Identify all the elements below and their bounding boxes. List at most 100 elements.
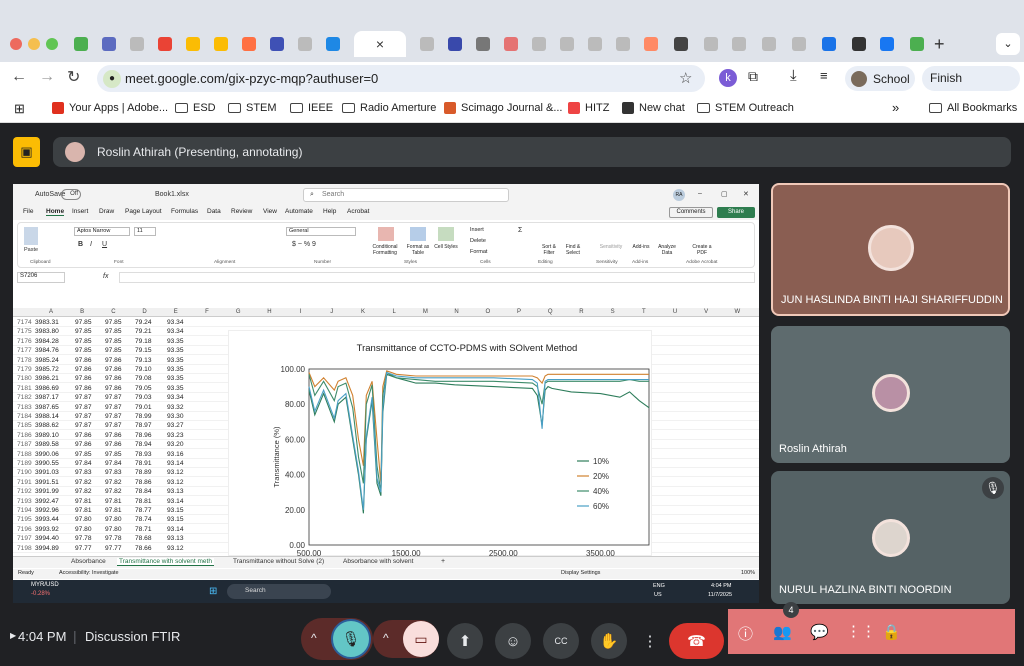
raise-hand-button[interactable]: ✋ [591, 623, 627, 659]
menu-page-layout[interactable]: Page Layout [125, 208, 162, 215]
menu-acrobat[interactable]: Acrobat [347, 208, 369, 215]
column-header[interactable]: J [322, 309, 342, 315]
browser-tab[interactable] [236, 31, 262, 57]
row-header[interactable]: 7179 [17, 366, 32, 373]
column-header[interactable]: W [727, 309, 747, 315]
bookmark-item[interactable]: STEM [228, 102, 277, 114]
sheet-tab[interactable]: Transmittance with solvent meth [117, 558, 214, 566]
bookmark-item[interactable]: Your Apps | Adobe... [52, 102, 168, 114]
row-header[interactable]: 7197 [17, 535, 32, 542]
stop-presenting-icon[interactable]: ▣ [13, 137, 40, 167]
people-icon[interactable]: 👥 [773, 623, 792, 641]
taskbar-search[interactable]: Search [227, 584, 331, 599]
column-header[interactable]: F [197, 309, 217, 315]
user-avatar[interactable]: RA [673, 189, 685, 201]
row-header[interactable]: 7184 [17, 413, 32, 420]
browser-tab[interactable] [874, 31, 900, 57]
row-header[interactable]: 7193 [17, 498, 32, 505]
browser-tab[interactable] [292, 31, 318, 57]
close-icon[interactable]: ✕ [743, 190, 749, 198]
column-header[interactable]: E [166, 309, 186, 315]
browser-tab[interactable] [904, 31, 930, 57]
menu-home[interactable]: Home [46, 208, 65, 216]
column-header[interactable]: Q [540, 309, 560, 315]
zoom-level[interactable]: 100% [741, 570, 755, 576]
reload-icon[interactable]: ↻ [67, 67, 80, 87]
sheet-tab[interactable]: Absorbance [69, 558, 108, 565]
menu-draw[interactable]: Draw [99, 208, 114, 215]
participant-tile[interactable]: JUN HASLINDA BINTI HAJI SHARIFFUDDIN [771, 183, 1010, 316]
browser-tab[interactable] [582, 31, 608, 57]
delete-cells-button[interactable]: Delete [470, 238, 486, 244]
row-header[interactable]: 7178 [17, 357, 32, 364]
number-format-select[interactable]: General [286, 227, 356, 236]
column-header[interactable]: D [135, 309, 155, 315]
create-pdf-label[interactable]: Create a PDF [688, 244, 716, 256]
finish-update-button[interactable]: Finish update⋮ [922, 66, 1020, 110]
row-header[interactable]: 7183 [17, 404, 32, 411]
present-screen-button[interactable]: ⬆ [447, 623, 483, 659]
site-info-icon[interactable]: ● [103, 70, 121, 88]
browser-tab[interactable] [264, 31, 290, 57]
bookmark-item[interactable]: IEEE [290, 102, 333, 114]
row-header[interactable]: 7177 [17, 347, 32, 354]
paste-icon[interactable] [24, 227, 38, 245]
mic-options-icon[interactable]: ^ [311, 631, 317, 645]
row-header[interactable]: 7185 [17, 422, 32, 429]
currency-format-button[interactable]: $ ~ % 9 [292, 241, 316, 248]
close-window-button[interactable] [10, 38, 22, 50]
column-header[interactable]: K [353, 309, 373, 315]
column-header[interactable]: N [447, 309, 467, 315]
zoom-window-button[interactable] [46, 38, 58, 50]
taskbar-lang[interactable]: ENG [653, 583, 665, 589]
row-header[interactable]: 7189 [17, 460, 32, 467]
ticker-symbol[interactable]: MYR/USD [31, 582, 59, 588]
browser-tab[interactable] [756, 31, 782, 57]
row-header[interactable]: 7186 [17, 432, 32, 439]
apps-grid-icon[interactable]: ⊞ [14, 101, 25, 117]
column-header[interactable]: A [41, 309, 61, 315]
sort-filter-label[interactable]: Sort & Filter [538, 244, 560, 256]
row-header[interactable]: 7198 [17, 545, 32, 552]
chat-icon[interactable]: 💬 [810, 623, 829, 641]
media-control-icon[interactable]: ≡ [820, 68, 828, 83]
row-header[interactable]: 7190 [17, 469, 32, 476]
browser-tab[interactable] [470, 31, 496, 57]
menu-review[interactable]: Review [231, 208, 252, 215]
comments-button[interactable]: Comments [669, 207, 713, 218]
cell-styles-icon[interactable] [438, 227, 454, 241]
underline-button[interactable]: U [102, 241, 107, 248]
browser-tab[interactable] [442, 31, 468, 57]
tab-google-meet[interactable]: × [354, 31, 406, 57]
column-header[interactable]: H [259, 309, 279, 315]
browser-tab[interactable] [610, 31, 636, 57]
row-header[interactable]: 7187 [17, 441, 32, 448]
autosum-icon[interactable]: Σ [518, 227, 522, 234]
bookmark-star-icon[interactable]: ☆ [679, 69, 692, 87]
row-header[interactable]: 7176 [17, 338, 32, 345]
browser-tab[interactable] [668, 31, 694, 57]
add-sheet-icon[interactable]: + [441, 558, 445, 565]
participant-tile[interactable]: 🎙 NURUL HAZLINA BINTI NOORDIN [771, 471, 1010, 604]
format-table-icon[interactable] [410, 227, 426, 241]
forward-icon[interactable]: → [39, 68, 55, 86]
camera-toggle-button[interactable]: ▭ [403, 621, 439, 657]
url-text[interactable]: meet.google.com/gix-pzyc-mqp?authuser=0 [125, 71, 378, 86]
row-header[interactable]: 7181 [17, 385, 32, 392]
browser-tab[interactable] [526, 31, 552, 57]
accessibility-status[interactable]: Accessibility: Investigate [59, 570, 119, 576]
row-header[interactable]: 7194 [17, 507, 32, 514]
row-header[interactable]: 7188 [17, 451, 32, 458]
conditional-format-icon[interactable] [378, 227, 394, 241]
addins-label[interactable]: Add-ins [630, 244, 652, 250]
browser-tab[interactable] [152, 31, 178, 57]
all-bookmarks-button[interactable]: All Bookmarks [929, 102, 1017, 114]
column-header[interactable]: R [571, 309, 591, 315]
column-header[interactable]: M [415, 309, 435, 315]
column-header[interactable]: L [384, 309, 404, 315]
column-header[interactable]: S [603, 309, 623, 315]
autosave-toggle[interactable]: Off [61, 189, 81, 200]
download-icon[interactable]: ⤓ [790, 67, 797, 84]
bookmark-item[interactable]: Radio Amerture [342, 102, 436, 114]
menu-view[interactable]: View [263, 208, 277, 215]
